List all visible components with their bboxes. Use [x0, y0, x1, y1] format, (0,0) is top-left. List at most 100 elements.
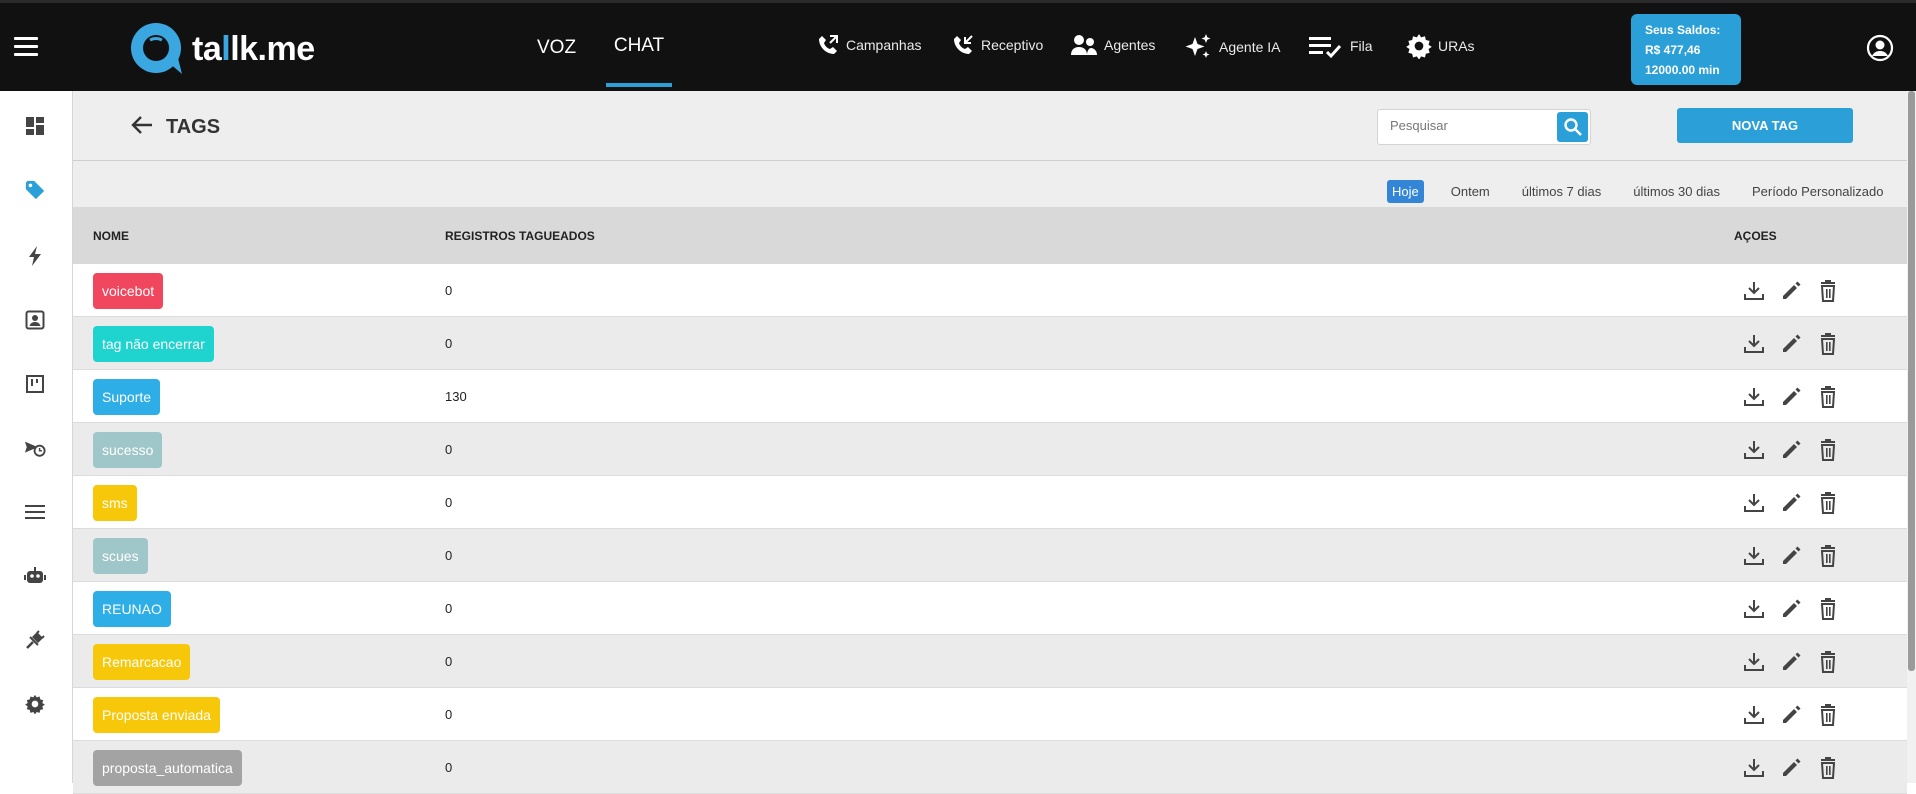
tag-count: 0: [445, 760, 453, 775]
download-icon[interactable]: [1741, 649, 1767, 675]
plug-icon[interactable]: [24, 629, 46, 651]
download-icon[interactable]: [1741, 702, 1767, 728]
filter-7-dias[interactable]: últimos 7 dias: [1517, 180, 1606, 203]
menu-fila[interactable]: Fila: [1308, 33, 1373, 59]
menu-receptivo[interactable]: Receptivo: [951, 33, 1043, 57]
edit-pencil-icon[interactable]: [1778, 649, 1804, 675]
row-actions: [1741, 437, 1852, 463]
edit-pencil-icon[interactable]: [1778, 331, 1804, 357]
lightning-icon[interactable]: [24, 245, 46, 267]
search-icon: [1563, 118, 1582, 136]
date-filters: Hoje Ontem últimos 7 dias últimos 30 dia…: [1387, 180, 1911, 203]
page-header: TAGS NOVA TAG: [73, 91, 1907, 161]
settings-icon[interactable]: [24, 693, 46, 715]
trash-icon[interactable]: [1815, 755, 1841, 781]
trash-icon[interactable]: [1815, 278, 1841, 304]
user-account-icon[interactable]: [1866, 34, 1894, 67]
download-icon[interactable]: [1741, 755, 1767, 781]
menu-agente-ia[interactable]: Agente IA: [1183, 33, 1281, 61]
download-icon[interactable]: [1741, 384, 1767, 410]
trash-icon[interactable]: [1815, 437, 1841, 463]
queue-icon: [1309, 37, 1342, 59]
row-actions: [1741, 649, 1852, 675]
tag-chip[interactable]: voicebot: [93, 273, 164, 309]
app-logo[interactable]: tallk.me: [128, 19, 315, 79]
search-box: [1377, 109, 1591, 145]
trash-icon[interactable]: [1815, 384, 1841, 410]
edit-pencil-icon[interactable]: [1778, 437, 1804, 463]
tag-chip[interactable]: Suporte: [93, 379, 161, 415]
dashboard-icon[interactable]: [24, 115, 46, 137]
row-actions: [1741, 702, 1852, 728]
menu-campanhas[interactable]: Campanhas: [816, 33, 922, 57]
sparkles-icon: [1185, 34, 1211, 58]
edit-pencil-icon[interactable]: [1778, 490, 1804, 516]
edit-pencil-icon[interactable]: [1778, 596, 1804, 622]
menu-agentes[interactable]: Agentes: [1070, 33, 1155, 57]
trash-icon[interactable]: [1815, 331, 1841, 357]
tag-chip[interactable]: sucesso: [93, 432, 163, 468]
trash-icon[interactable]: [1815, 490, 1841, 516]
edit-pencil-icon[interactable]: [1778, 278, 1804, 304]
filter-personalizado[interactable]: Período Personalizado: [1747, 180, 1889, 203]
new-tag-button[interactable]: NOVA TAG: [1677, 108, 1853, 143]
back-arrow-icon[interactable]: [131, 115, 153, 140]
trash-icon[interactable]: [1815, 596, 1841, 622]
balance-card[interactable]: Seus Saldos: R$ 477,46 12000.00 min: [1631, 14, 1741, 85]
row-actions: [1741, 278, 1852, 304]
nav-chat[interactable]: CHAT: [606, 35, 672, 87]
filter-ontem[interactable]: Ontem: [1446, 180, 1495, 203]
download-icon[interactable]: [1741, 278, 1767, 304]
edit-pencil-icon[interactable]: [1778, 384, 1804, 410]
table-row: scues 0: [73, 529, 1907, 582]
robot-icon[interactable]: [24, 565, 46, 587]
download-icon[interactable]: [1741, 596, 1767, 622]
tag-chip[interactable]: sms: [93, 485, 137, 521]
campaign-clock-icon[interactable]: [24, 437, 46, 459]
filter-hoje[interactable]: Hoje: [1387, 180, 1424, 203]
table-row: Suporte 130: [73, 370, 1907, 423]
table-row: Proposta enviada 0: [73, 688, 1907, 741]
tag-count: 0: [445, 548, 453, 563]
tag-chip[interactable]: proposta_automatica: [93, 750, 242, 786]
download-icon[interactable]: [1741, 437, 1767, 463]
tag-icon[interactable]: [24, 179, 46, 201]
table-row: proposta_automatica 0: [73, 741, 1907, 794]
contact-icon[interactable]: [24, 309, 46, 331]
balance-minutes: 12000.00 min: [1645, 63, 1720, 77]
search-button[interactable]: [1557, 112, 1588, 142]
tag-chip[interactable]: scues: [93, 538, 148, 574]
tag-chip[interactable]: Proposta enviada: [93, 697, 220, 733]
trash-icon[interactable]: [1815, 702, 1841, 728]
page-title: TAGS: [166, 116, 221, 138]
table-header: NOME REGISTROS TAGUEADOS AÇOES: [73, 207, 1907, 264]
hamburger-menu-icon[interactable]: [14, 37, 38, 57]
tag-chip[interactable]: REUNAO: [93, 591, 171, 627]
tag-chip[interactable]: tag não encerrar: [93, 326, 214, 362]
edit-pencil-icon[interactable]: [1778, 543, 1804, 569]
table-row: Remarcacao 0: [73, 635, 1907, 688]
table-body: voicebot 0 tag não encerrar 0 Suporte 13…: [73, 264, 1907, 794]
download-icon[interactable]: [1741, 543, 1767, 569]
table-row: REUNAO 0: [73, 582, 1907, 635]
scrollbar-thumb[interactable]: [1908, 91, 1915, 671]
list-icon[interactable]: [24, 501, 46, 523]
edit-pencil-icon[interactable]: [1778, 755, 1804, 781]
row-actions: [1741, 490, 1852, 516]
edit-pencil-icon[interactable]: [1778, 702, 1804, 728]
kanban-icon[interactable]: [24, 373, 46, 395]
tag-count: 0: [445, 283, 453, 298]
tag-count: 0: [445, 442, 453, 457]
trash-icon[interactable]: [1815, 649, 1841, 675]
header-nome: NOME: [93, 229, 129, 243]
menu-uras[interactable]: URAs: [1406, 33, 1475, 59]
nav-voz[interactable]: VOZ: [537, 37, 576, 59]
filter-30-dias[interactable]: últimos 30 dias: [1628, 180, 1725, 203]
tag-chip[interactable]: Remarcacao: [93, 644, 191, 680]
table-row: tag não encerrar 0: [73, 317, 1907, 370]
download-icon[interactable]: [1741, 331, 1767, 357]
search-input[interactable]: [1390, 118, 1540, 133]
row-actions: [1741, 384, 1852, 410]
trash-icon[interactable]: [1815, 543, 1841, 569]
download-icon[interactable]: [1741, 490, 1767, 516]
